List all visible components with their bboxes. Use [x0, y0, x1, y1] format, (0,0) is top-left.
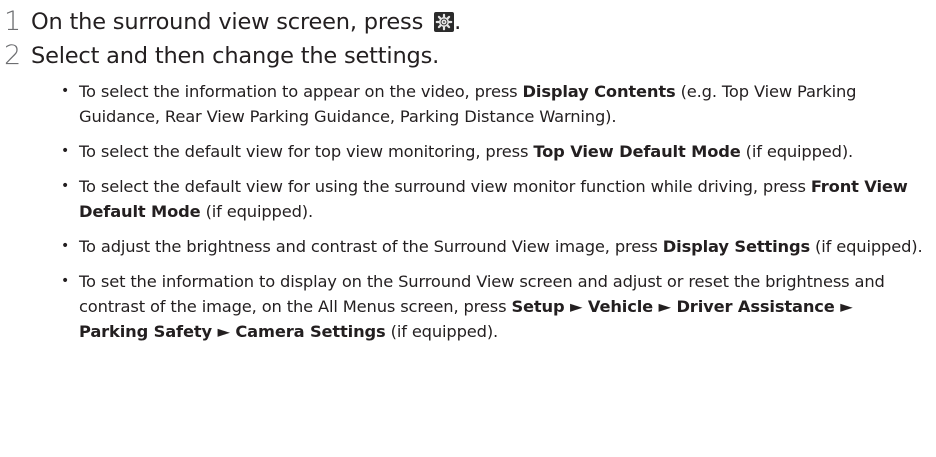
step-text-after: .: [454, 9, 462, 35]
bullet-display-settings: • To adjust the brightness and contrast o…: [61, 234, 927, 259]
bullet-bold: Display Settings: [662, 237, 811, 256]
gear-icon: [434, 12, 455, 32]
step-number: 2: [4, 40, 22, 71]
bullet-text: To select the default view for using the…: [79, 177, 811, 196]
bullet-text: (if equipped).: [385, 322, 499, 341]
bullet-dot: •: [61, 83, 70, 99]
settings-bullet-list: • To select the information to appear on …: [61, 79, 927, 354]
bullet-text: (if equipped).: [810, 237, 923, 256]
step-text: On the surround view screen, press .: [31, 9, 461, 35]
bullet-dot: •: [61, 143, 70, 159]
bullet-top-view-default-mode: • To select the default view for top view…: [61, 139, 927, 164]
bullet-dot: •: [61, 273, 70, 289]
bullet-display-contents: • To select the information to appear on …: [61, 79, 927, 129]
step-text-before: On the surround view screen, press: [31, 9, 424, 35]
bullet-bold: Top View Default Mode: [533, 142, 741, 161]
bullet-camera-settings: • To set the information to display on th…: [61, 269, 927, 344]
step-text: Select and then change the settings.: [31, 43, 440, 69]
bullet-text: To select the information to appear on t…: [79, 82, 523, 101]
bullet-text: To select the default view for top view …: [79, 142, 534, 161]
bullet-text: (if equipped).: [200, 202, 314, 221]
bullet-text: (if equipped).: [740, 142, 854, 161]
bullet-text: To adjust the brightness and contrast of…: [79, 237, 663, 256]
step-number: 1: [4, 6, 22, 37]
bullet-dot: •: [61, 238, 70, 254]
bullet-front-view-default-mode: • To select the default view for using th…: [61, 174, 927, 224]
bullet-bold: Display Contents: [522, 82, 676, 101]
bullet-dot: •: [61, 178, 70, 194]
